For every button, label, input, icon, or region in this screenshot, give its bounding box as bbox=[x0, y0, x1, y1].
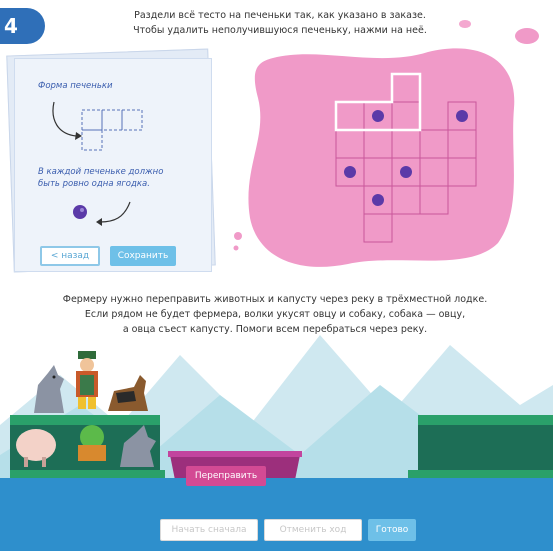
cookie-shape-label: Форма печеньки bbox=[38, 81, 113, 91]
cookie-shape-diagram bbox=[52, 101, 143, 151]
done-button[interactable]: Готово bbox=[368, 519, 416, 541]
curved-arrow-icon bbox=[52, 101, 77, 137]
berry-icon bbox=[456, 110, 468, 122]
berry-icon bbox=[400, 166, 412, 178]
berry-icon bbox=[372, 110, 384, 122]
restart-button[interactable]: Начать сначала bbox=[160, 519, 258, 541]
undo-button[interactable]: Отменить ход bbox=[264, 519, 362, 541]
cookie-instructions: Раздели всё тесто на печеньки так, как у… bbox=[70, 8, 490, 38]
river-instructions: Фермеру нужно переправить животных и кап… bbox=[40, 292, 510, 337]
river-instruction-line3: а овца съест капусту. Помоги всем перебр… bbox=[122, 324, 428, 335]
berry-rule-label: В каждой печеньке должно быть ровно одна… bbox=[38, 167, 164, 189]
berry-icon bbox=[73, 205, 87, 219]
save-button[interactable]: Сохранить bbox=[110, 246, 176, 266]
task-number-badge: 4 bbox=[0, 8, 45, 44]
berry-example bbox=[73, 201, 131, 226]
river-instruction-line1: Фермеру нужно переправить животных и кап… bbox=[62, 294, 488, 305]
ferry-button[interactable]: Переправить bbox=[186, 466, 266, 486]
cabbage bbox=[78, 425, 106, 461]
cookie-puzzle-panel: Раздели всё тесто на печеньки так, как у… bbox=[0, 0, 553, 275]
river-instruction-line2: Если рядом не будет фермера, волки укуся… bbox=[84, 309, 466, 320]
back-button[interactable]: < назад bbox=[40, 246, 100, 266]
berry-icon bbox=[344, 166, 356, 178]
dough-board[interactable] bbox=[228, 38, 528, 274]
cookie-instruction-line1: Раздели всё тесто на печеньки так, как у… bbox=[134, 10, 426, 21]
cookie-instruction-line2: Чтобы удалить неполучившуюся печеньку, н… bbox=[133, 25, 427, 36]
berry-icon bbox=[372, 194, 384, 206]
